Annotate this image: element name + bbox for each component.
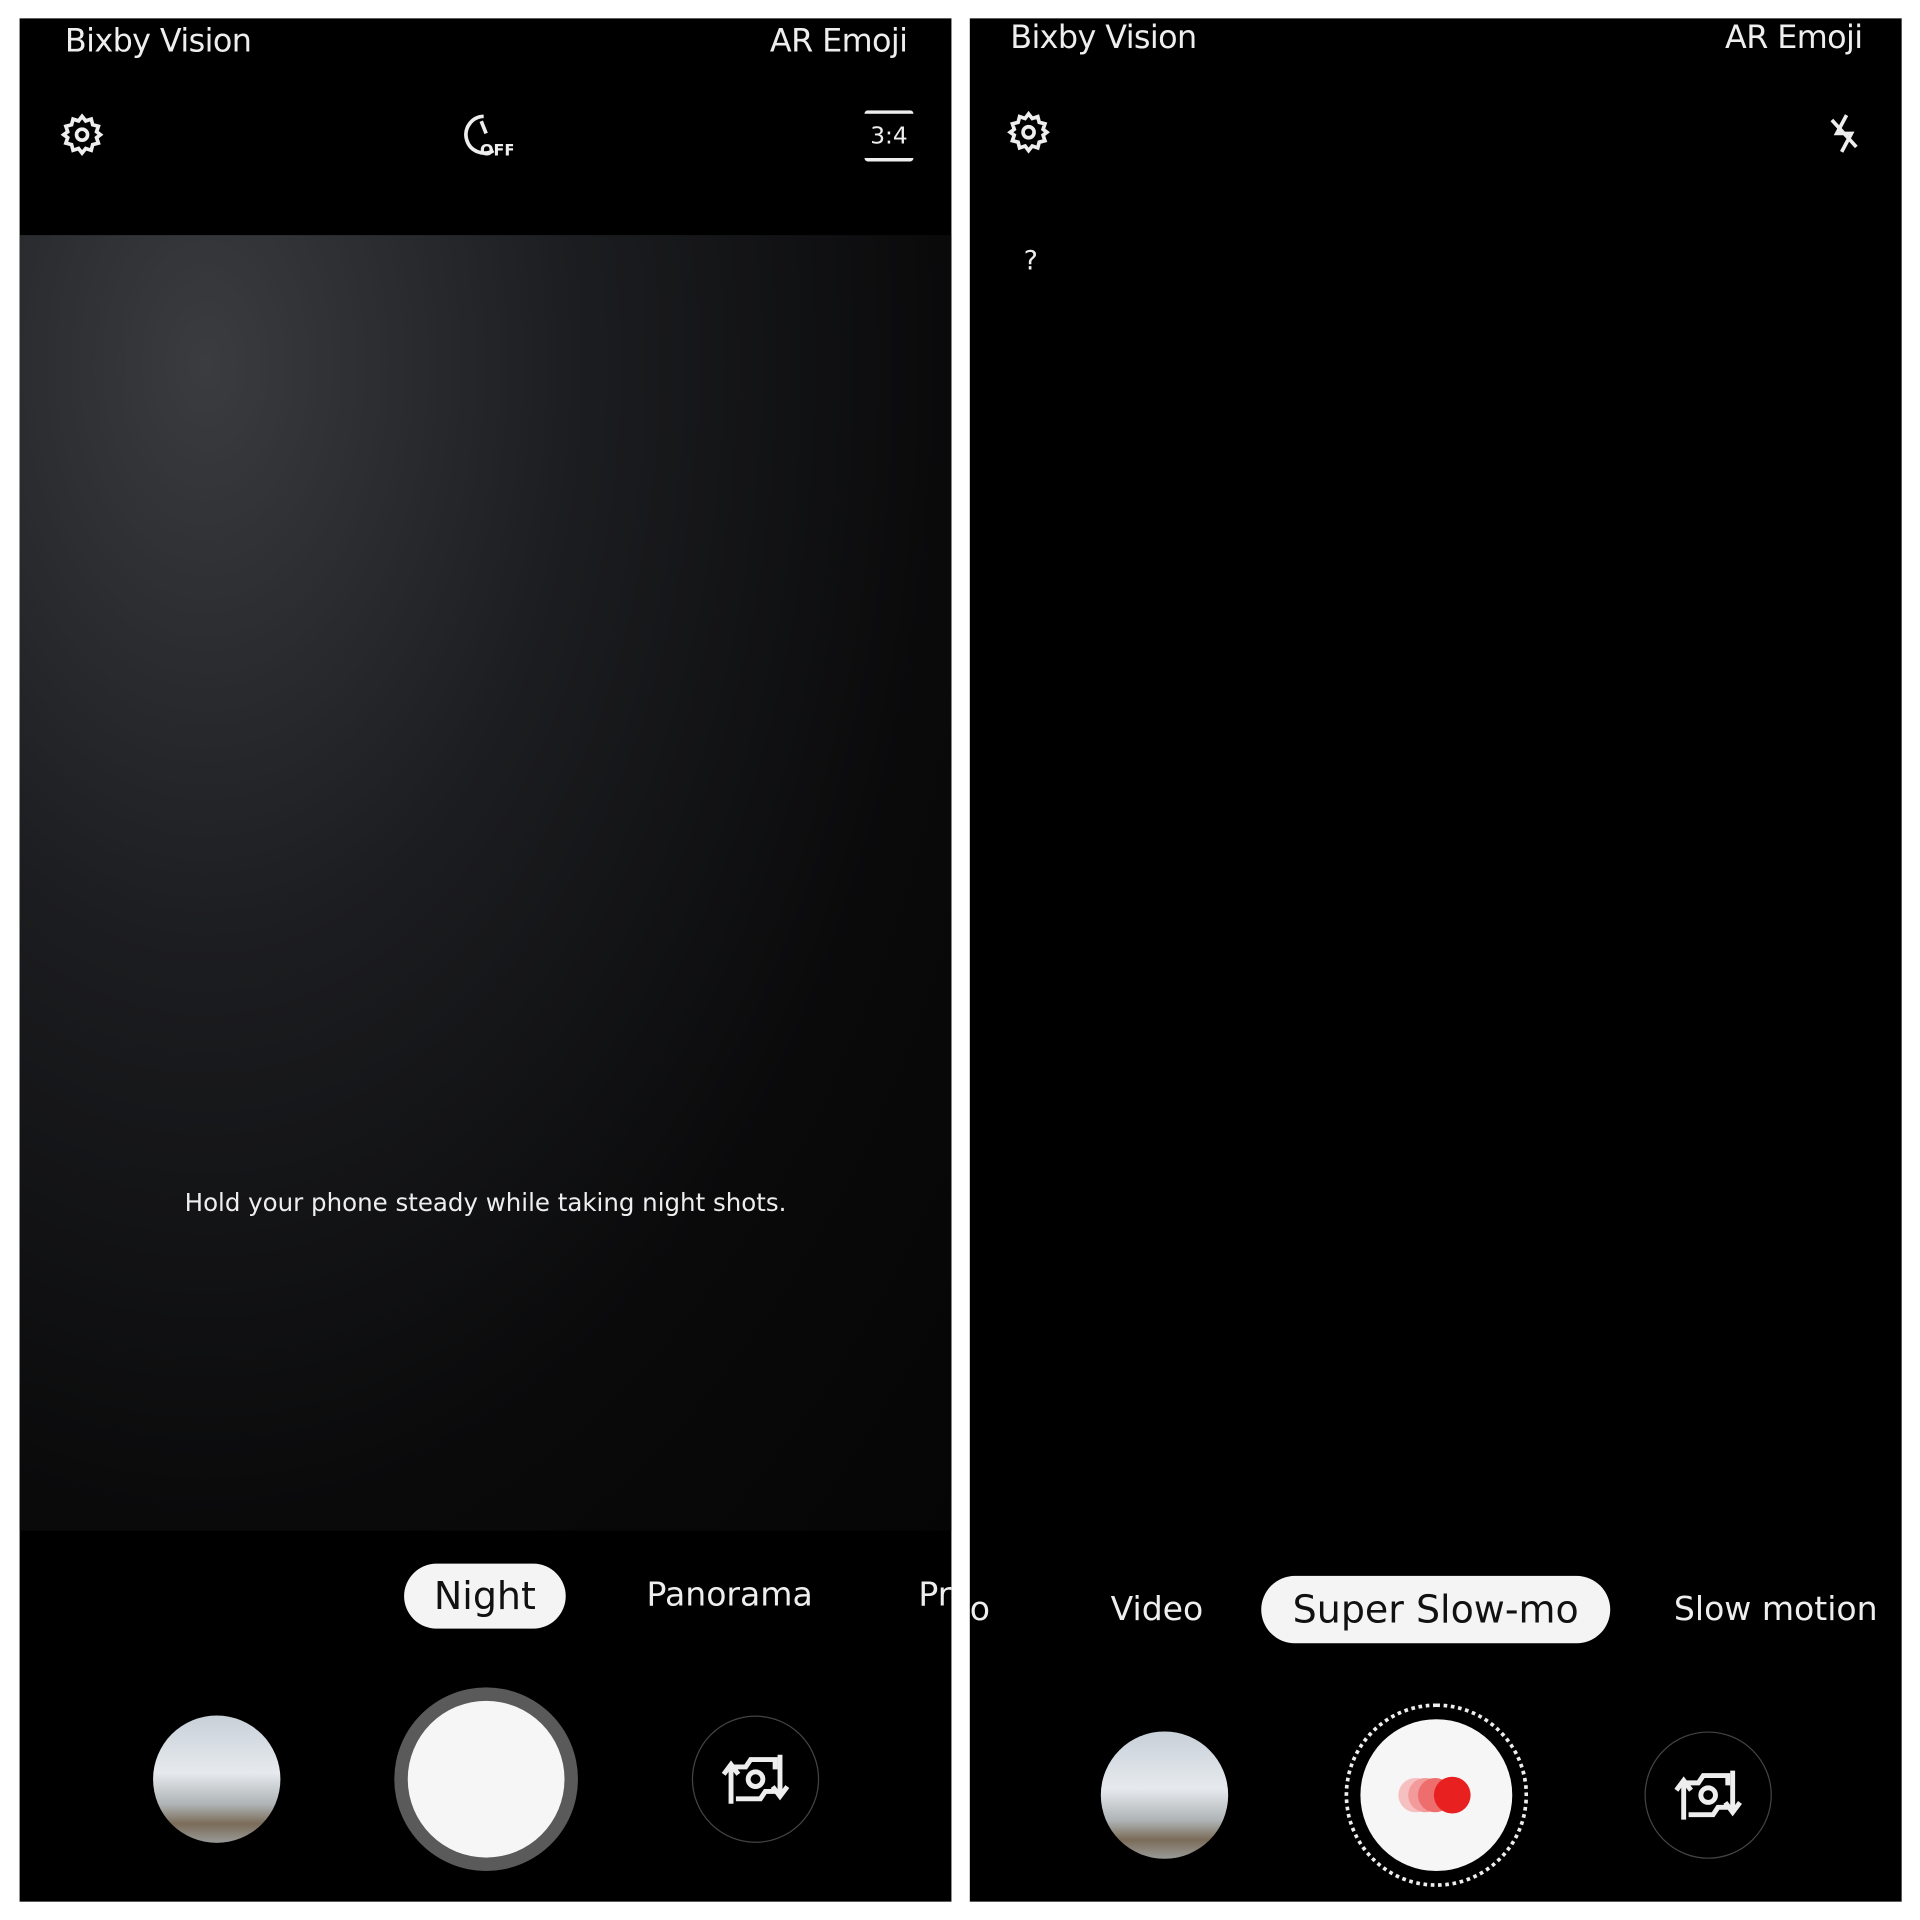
mode-night[interactable]: Night xyxy=(404,1563,566,1629)
mode-super-slow-mo[interactable]: Super Slow-mo xyxy=(1261,1575,1611,1644)
aspect-ratio-label: 3:4 xyxy=(870,122,908,150)
mode-panorama[interactable]: Panorama xyxy=(647,1576,813,1614)
gear-icon[interactable] xyxy=(58,113,107,157)
ar-emoji-link[interactable]: AR Emoji xyxy=(1725,20,1863,57)
timer-off-label: OFF xyxy=(480,141,513,160)
help-button[interactable]: ? xyxy=(1024,246,1038,277)
switch-camera-button[interactable] xyxy=(691,1715,820,1843)
mode-photo[interactable]: o xyxy=(970,1591,990,1629)
mode-video[interactable]: Video xyxy=(1111,1591,1204,1629)
aspect-ratio-button[interactable]: 3:4 xyxy=(864,110,914,162)
bixby-vision-link[interactable]: Bixby Vision xyxy=(65,23,252,60)
gallery-thumbnail[interactable] xyxy=(1100,1731,1229,1859)
bixby-vision-link[interactable]: Bixby Vision xyxy=(1010,20,1197,57)
ar-emoji-link[interactable]: AR Emoji xyxy=(770,23,908,60)
super-slow-mo-screen: Bixby Vision AR Emoji ? o Video Super Sl… xyxy=(969,18,1902,1902)
super-slow-mo-record-icon xyxy=(1398,1776,1471,1814)
gear-icon[interactable] xyxy=(1004,110,1053,154)
mode-slow-motion[interactable]: Slow motion xyxy=(1674,1591,1878,1629)
camera-preview[interactable] xyxy=(19,235,952,1531)
switch-camera-button[interactable] xyxy=(1644,1731,1772,1859)
record-button[interactable] xyxy=(1344,1703,1529,1887)
shutter-button[interactable] xyxy=(394,1687,578,1872)
gallery-thumbnail[interactable] xyxy=(153,1715,281,1843)
night-mode-screen: Bixby Vision AR Emoji OFF 3:4 Hold your … xyxy=(19,18,952,1902)
timer-off-icon[interactable]: OFF xyxy=(459,111,513,160)
switch-camera-icon xyxy=(1674,1770,1742,1820)
switch-camera-icon xyxy=(721,1754,790,1804)
flash-off-icon[interactable] xyxy=(1825,111,1864,155)
mode-pro[interactable]: Pr xyxy=(918,1576,951,1614)
night-hint-message: Hold your phone steady while taking nigh… xyxy=(184,1187,787,1218)
